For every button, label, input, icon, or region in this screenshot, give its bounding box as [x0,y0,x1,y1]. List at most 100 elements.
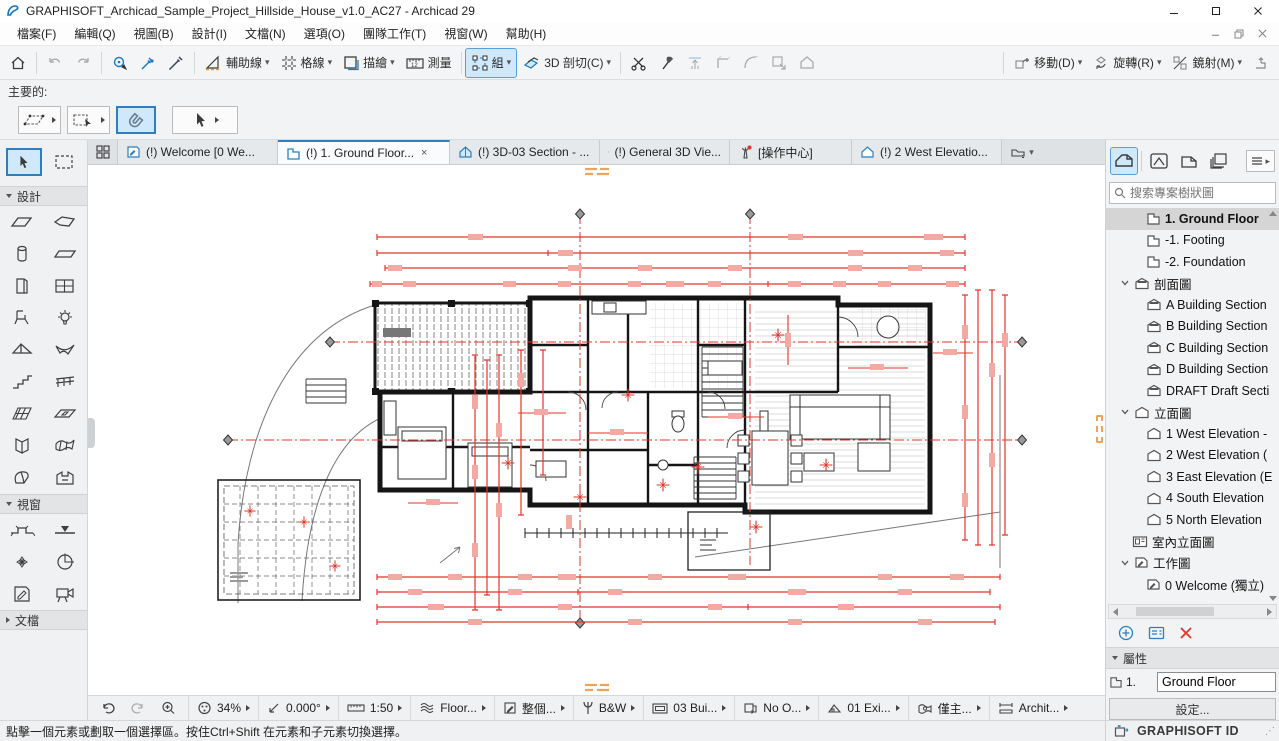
tree-folder-sections[interactable]: 剖面圖 [1106,273,1279,295]
project-map-button[interactable] [1110,147,1138,175]
toolbox-section-document[interactable]: 文檔 [0,610,87,630]
zone-tool[interactable] [0,430,44,462]
chevron-down-icon[interactable] [1120,560,1130,566]
marquee-tool-button[interactable] [46,148,82,176]
add-item-button[interactable] [1118,625,1134,641]
magnet-snap-button[interactable] [116,105,156,134]
tree-item-section-draft[interactable]: DRAFT Draft Secti [1106,380,1279,402]
tree-item-interior-elevations[interactable]: 室內立面圖 [1106,531,1279,553]
search-input[interactable] [1130,186,1271,200]
camera-tool[interactable] [44,578,88,610]
orientation-control[interactable]: 0.000° [258,696,338,720]
toolbox-section-design[interactable]: 設計 [0,186,87,206]
menu-document[interactable]: 文檔(N) [236,22,295,45]
window-tool[interactable] [44,270,88,302]
publisher-button[interactable] [1206,148,1232,174]
marquee-method-button[interactable] [18,105,61,134]
menu-help[interactable]: 幫助(H) [497,22,556,45]
roof-tool[interactable] [0,334,44,366]
move-button[interactable]: 移動(D) ▾ [1008,49,1087,77]
guide-lines-button[interactable]: 輔助線 ▾ [199,49,275,77]
trace-button[interactable]: 描繪 ▾ [337,49,400,77]
undo-button[interactable] [41,49,69,77]
next-view-button[interactable] [124,698,152,718]
lamp-tool[interactable] [44,302,88,334]
pen-set-control[interactable]: 整個... [493,696,573,720]
tree-folder-elevations[interactable]: 立面圖 [1106,402,1279,424]
tab-action-center[interactable]: [操作中心] [730,140,852,164]
elevation-tool[interactable] [44,514,88,546]
tree-search-box[interactable] [1109,182,1276,204]
graphisoft-id-area[interactable]: GRAPHISOFT ID ⋰ [1105,721,1279,741]
zoom-in-button[interactable] [154,698,182,718]
tab-west-elevation[interactable]: (!) 2 West Elevatio... [852,140,1002,164]
child-restore-button[interactable] [1234,29,1244,39]
tree-item-elevation-2[interactable]: 2 West Elevation ( [1106,445,1279,467]
chevron-down-icon[interactable] [1120,280,1130,286]
elevate-button[interactable] [1247,49,1275,77]
tree-item-elevation-4[interactable]: 4 South Elevation [1106,488,1279,510]
view-map-button[interactable] [1146,148,1172,174]
renovation-override-control[interactable]: No O... [734,696,818,720]
find-select-icon[interactable] [106,49,134,77]
zone-stamp-tool[interactable] [44,462,88,494]
scroll-up-icon[interactable] [1268,211,1277,216]
measure-button[interactable]: 12 測量 [400,49,457,77]
split-scissors-icon[interactable] [625,49,653,77]
menu-view[interactable]: 視圖(B) [125,22,183,45]
tree-item-elevation-1[interactable]: 1 West Elevation - [1106,423,1279,445]
layer-combination-control[interactable]: Floor... [410,696,494,720]
tree-item-section-b[interactable]: B Building Section [1106,316,1279,338]
cutaway-button[interactable]: 3D 剖切(C) ▾ [516,49,616,77]
item-settings-button[interactable] [1148,626,1165,640]
door-tool[interactable] [0,270,44,302]
navigator-menu-button[interactable]: ▸ [1246,150,1275,172]
detail-tool[interactable] [44,546,88,578]
grid-button[interactable]: 格線 ▾ [275,49,338,77]
shell-tool[interactable] [44,334,88,366]
tree-folder-worksheets[interactable]: 工作圖 [1106,552,1279,574]
morph-tool[interactable] [0,462,44,494]
story-name-field[interactable] [1157,672,1276,692]
arrow-tool-button[interactable] [6,148,42,176]
tree-item-ground-floor[interactable]: 1. Ground Floor [1106,208,1279,230]
quick-selection-button[interactable] [67,105,110,134]
palette-handle-left[interactable] [88,418,95,448]
close-button[interactable] [1237,0,1279,22]
zoom-level-control[interactable]: 34% [188,696,258,720]
menu-window[interactable]: 視窗(W) [435,22,496,45]
mesh-tool[interactable] [44,430,88,462]
tab-section[interactable]: (!) 3D-03 Section - ... [450,140,600,164]
child-minimize-button[interactable] [1211,29,1220,38]
settings-button[interactable]: 設定... [1109,698,1276,720]
tree-vertical-scrollbar[interactable] [1266,208,1279,604]
floor-plan-canvas[interactable] [88,165,1105,695]
railing-tool[interactable] [44,366,88,398]
minimize-button[interactable] [1153,0,1195,22]
tree-item-elevation-5[interactable]: 5 North Elevation [1106,509,1279,531]
group-button[interactable]: 組 ▾ [464,47,518,78]
maximize-button[interactable] [1195,0,1237,22]
tree-item-footing[interactable]: -1. Footing [1106,230,1279,252]
scroll-right-icon[interactable] [1267,607,1272,616]
layout-book-button[interactable] [1176,148,1202,174]
tree-item-section-a[interactable]: A Building Section [1106,294,1279,316]
section-tool[interactable] [0,514,44,546]
tree-item-foundation[interactable]: -2. Foundation [1106,251,1279,273]
scale-control[interactable]: 1:50 [337,696,410,720]
beam-tool[interactable] [44,238,88,270]
camera-preview-control[interactable]: 僅主... [907,696,989,720]
curtain-wall-tool[interactable] [0,398,44,430]
rotate-button[interactable]: 旋轉(R) ▾ [1087,49,1166,77]
scrollbar-thumb[interactable] [1136,607,1214,616]
renovation-filter-control[interactable]: 01 Exi... [818,696,907,720]
menu-edit[interactable]: 編輯(Q) [65,22,124,45]
child-close-button[interactable] [1258,29,1267,38]
previous-view-button[interactable] [94,698,122,718]
menu-teamwork[interactable]: 團隊工作(T) [354,22,435,45]
adjust-axe-icon[interactable] [653,49,681,77]
tab-ground-floor[interactable]: (!) 1. Ground Floor... × [278,140,450,164]
mirror-button[interactable]: 鏡射(M) ▾ [1166,49,1247,77]
tree-item-elevation-3[interactable]: 3 East Elevation (E [1106,466,1279,488]
home-button[interactable] [4,49,32,77]
